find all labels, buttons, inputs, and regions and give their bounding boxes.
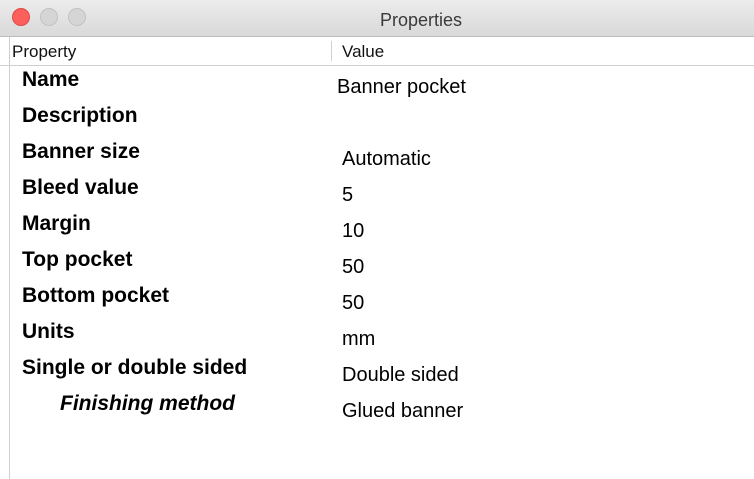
table-row[interactable]: Margin 10 xyxy=(0,210,754,246)
property-value[interactable]: Automatic xyxy=(342,148,431,171)
table-row[interactable]: Bleed value 5 xyxy=(0,174,754,210)
title-bar[interactable]: Properties xyxy=(0,0,754,37)
property-value[interactable]: Double sided xyxy=(342,364,459,387)
table-row[interactable]: Name Banner pocket xyxy=(0,66,754,102)
column-header-property[interactable]: Property xyxy=(12,37,76,65)
table-row[interactable]: Description xyxy=(0,102,754,138)
property-name: Margin xyxy=(22,212,91,235)
table-row[interactable]: Finishing method Glued banner xyxy=(0,390,754,426)
window-title: Properties xyxy=(379,10,463,30)
properties-window: Properties Property Value Name Banner po… xyxy=(0,0,754,479)
column-divider[interactable] xyxy=(331,41,332,61)
property-value[interactable]: 50 xyxy=(342,292,364,315)
property-value[interactable]: mm xyxy=(342,328,375,351)
property-value[interactable]: 50 xyxy=(342,256,364,279)
property-value[interactable]: Glued banner xyxy=(342,400,463,423)
property-name: Bleed value xyxy=(22,176,139,199)
property-name: Name xyxy=(22,68,80,91)
table-row[interactable]: Banner size Automatic xyxy=(0,138,754,174)
property-name: Units xyxy=(22,320,75,343)
property-name: Top pocket xyxy=(22,248,133,271)
column-header-value[interactable]: Value xyxy=(342,37,384,65)
property-value[interactable]: Banner pocket xyxy=(337,76,466,99)
property-name: Single or double sided xyxy=(22,356,248,379)
property-name: Banner size xyxy=(22,140,140,163)
property-table: Name Banner pocket Description Banner si… xyxy=(0,66,754,426)
property-name: Bottom pocket xyxy=(22,284,169,307)
property-name: Description xyxy=(22,104,138,127)
table-header: Property Value xyxy=(0,37,754,66)
property-name-child: Finishing method xyxy=(60,392,235,415)
property-value[interactable]: 10 xyxy=(342,220,364,243)
property-value[interactable]: 5 xyxy=(342,184,353,207)
table-row[interactable]: Bottom pocket 50 xyxy=(0,282,754,318)
table-row[interactable]: Units mm xyxy=(0,318,754,354)
table-row[interactable]: Top pocket 50 xyxy=(0,246,754,282)
table-row[interactable]: Single or double sided Double sided xyxy=(0,354,754,390)
